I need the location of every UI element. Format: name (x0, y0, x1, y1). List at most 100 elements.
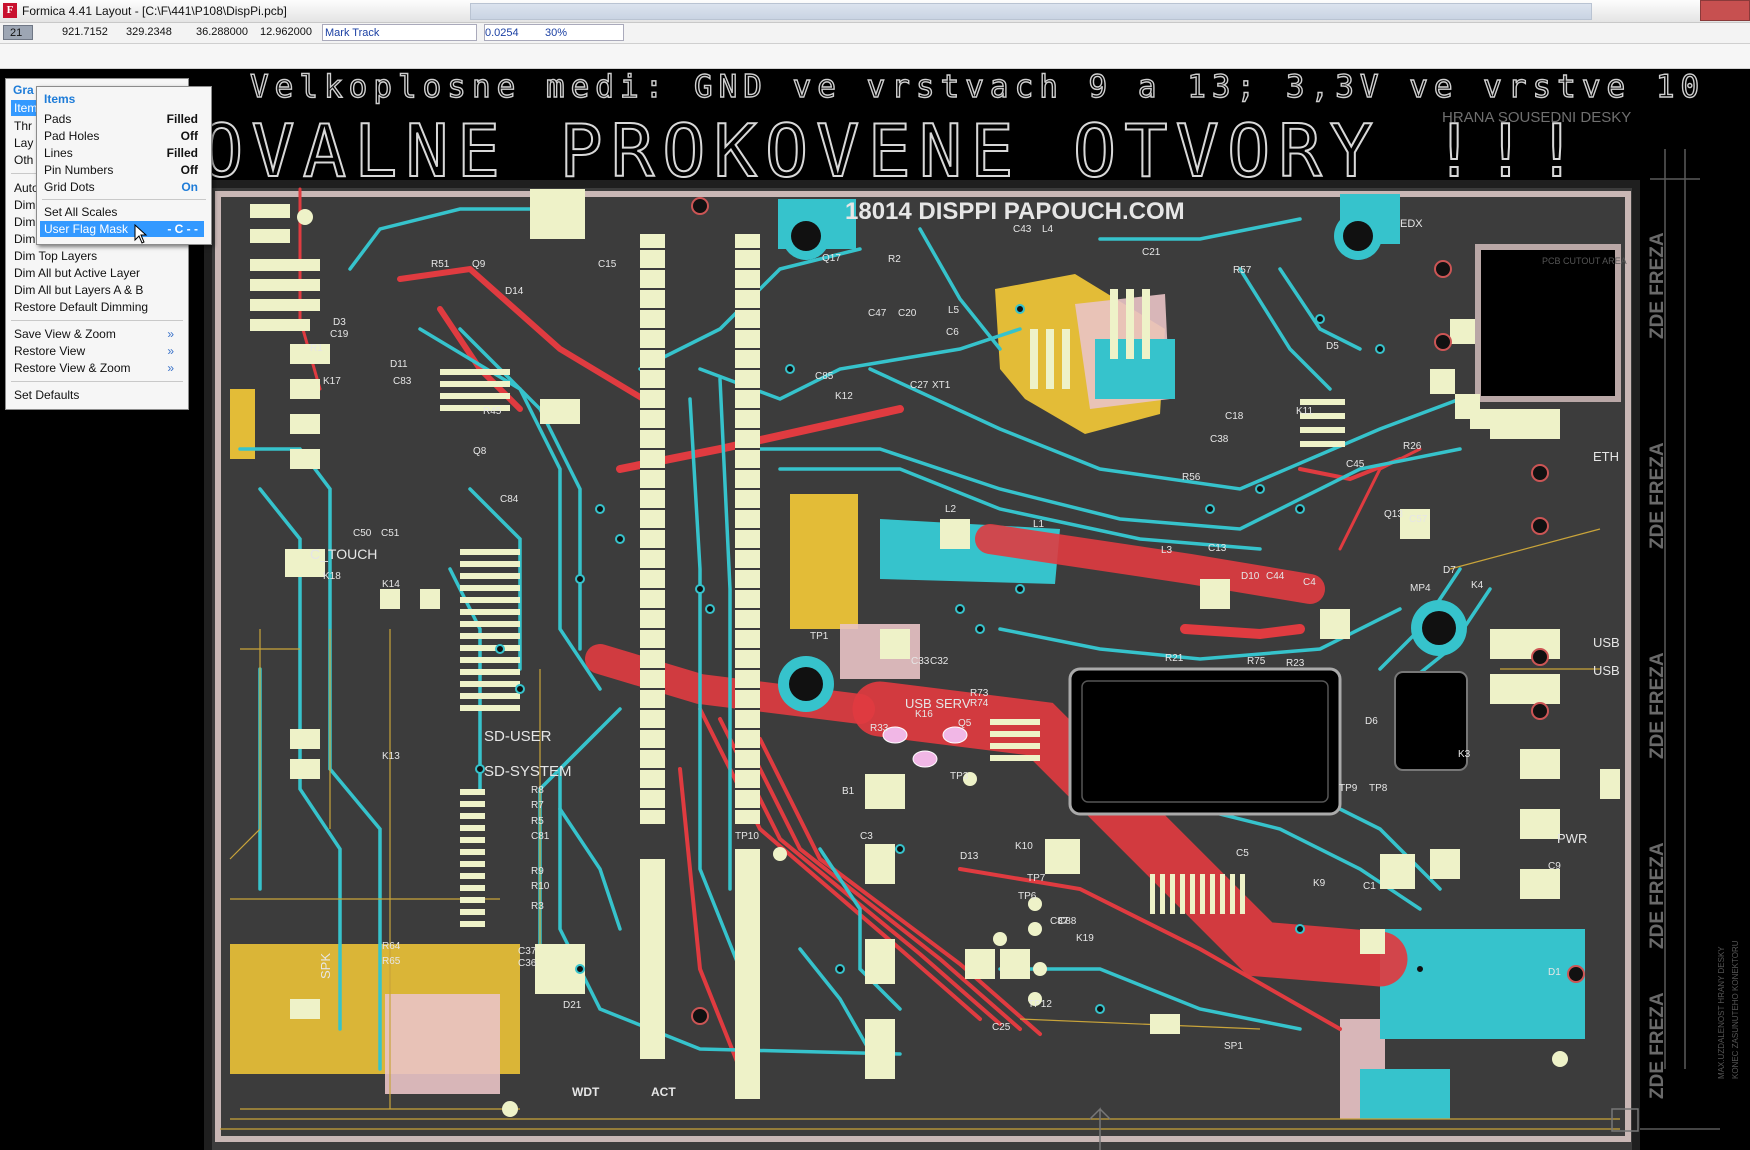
grid-value: 0.0254 (485, 27, 519, 39)
svg-text:TP1: TP1 (810, 631, 829, 642)
menu-item-restore-dimming[interactable]: Restore Default Dimming (14, 299, 148, 315)
svg-text:C18: C18 (1225, 411, 1244, 422)
submenu-item-set-all-scales[interactable]: Set All Scales (44, 204, 204, 220)
submenu-arrow-icon: » (167, 344, 174, 358)
coord-x: 921.7152 (62, 26, 108, 38)
svg-text:K13: K13 (382, 751, 400, 762)
svg-text:R74: R74 (970, 698, 989, 709)
svg-text:KONEC ZASUNUTEHO KONEKTORU: KONEC ZASUNUTEHO KONEKTORU (1731, 940, 1740, 1079)
document-tabs[interactable] (470, 3, 1592, 20)
toolbar (0, 44, 1750, 69)
label-usb2: USB (1593, 663, 1620, 678)
svg-text:XT1: XT1 (932, 380, 951, 391)
svg-text:R9: R9 (531, 866, 544, 877)
svg-text:L4: L4 (1042, 224, 1054, 235)
svg-text:R8: R8 (531, 785, 544, 796)
svg-text:C3: C3 (860, 831, 873, 842)
svg-text:R26: R26 (1403, 441, 1422, 452)
svg-text:C6: C6 (946, 327, 959, 338)
svg-text:R10: R10 (531, 881, 550, 892)
status-bar: 21 921.7152 329.2348 36.288000 12.962000… (0, 23, 1750, 44)
svg-text:K19: K19 (1076, 933, 1094, 944)
menu-item-auto[interactable]: Auto (14, 180, 39, 196)
svg-text:TP9: TP9 (1339, 783, 1358, 794)
submenu-item-pin-numbers[interactable]: Pin Numbers Off (44, 162, 204, 178)
menu-item-dim-3[interactable]: Dim (14, 231, 35, 247)
submenu-item-pads[interactable]: Pads Filled (44, 111, 204, 127)
svg-text:D11: D11 (390, 359, 408, 370)
size-w: 36.288000 (196, 26, 248, 38)
menu-item-thr[interactable]: Thr (14, 118, 32, 134)
svg-text:D5: D5 (1326, 341, 1339, 352)
app-icon[interactable]: F (3, 3, 17, 18)
mode-field[interactable]: Mark Track (322, 24, 477, 41)
items-submenu: Items Pads Filled Pad Holes Off Lines Fille… (36, 86, 212, 245)
menu-item-oth[interactable]: Oth (14, 152, 33, 168)
svg-text:C25: C25 (992, 1022, 1011, 1033)
svg-text:K4: K4 (1471, 580, 1484, 591)
svg-text:C47: C47 (868, 308, 887, 319)
svg-text:TP10: TP10 (735, 831, 759, 842)
svg-text:K10: K10 (1015, 841, 1033, 852)
submenu-item-user-flag-mask[interactable]: User Flag Mask - C - - (40, 221, 204, 237)
menu-item-dim-2[interactable]: Dim (14, 214, 35, 230)
svg-text:R75: R75 (1247, 656, 1266, 667)
side-vertical-notes: MAX.UZDALENOST HRANY DESKY KONEC ZASUNUT… (1717, 940, 1740, 1079)
svg-text:K14: K14 (382, 579, 400, 590)
svg-text:K11: K11 (1296, 406, 1313, 417)
menu-item-save-view[interactable]: Save View & Zoom» (14, 326, 182, 342)
oval-cutout-inner (1081, 680, 1329, 803)
menu-item-dim-1[interactable]: Dim (14, 197, 35, 213)
svg-text:C43: C43 (1013, 224, 1032, 235)
svg-text:C44: C44 (1266, 571, 1285, 582)
window-title: Formica 4.41 Layout - [C:\F\441\P108\Dis… (22, 4, 287, 18)
small-cutout (1394, 671, 1468, 771)
label-usb1: USB (1593, 635, 1620, 650)
svg-text:L3: L3 (1161, 545, 1173, 556)
menu-item-restore-view[interactable]: Restore View» (14, 343, 182, 359)
label-act: ACT (651, 1085, 676, 1099)
svg-text:TP6: TP6 (1018, 891, 1037, 902)
menu-item-restore-view-zoom[interactable]: Restore View & Zoom» (14, 360, 182, 376)
close-icon[interactable] (1700, 0, 1750, 21)
submenu-item-grid-dots[interactable]: Grid Dots On (44, 179, 204, 195)
side-note: HRANA SOUSEDNI DESKY (1442, 109, 1631, 126)
svg-text:C84: C84 (500, 494, 519, 505)
label-mp4: MP4 (1410, 583, 1431, 594)
svg-text:D14: D14 (505, 286, 524, 297)
svg-text:D3: D3 (333, 317, 346, 328)
svg-text:ZDE FREZA: ZDE FREZA (1647, 842, 1668, 949)
menu-item-dim-ab[interactable]: Dim All but Layers A & B (14, 282, 143, 298)
label-sd-system: SD-SYSTEM (484, 763, 572, 780)
svg-text:C85: C85 (815, 371, 834, 382)
svg-text:C38: C38 (1210, 434, 1229, 445)
menu-item-set-defaults[interactable]: Set Defaults (14, 387, 79, 403)
svg-text:R65: R65 (382, 956, 401, 967)
svg-text:C4: C4 (1303, 577, 1316, 588)
submenu-arrow-icon: » (167, 327, 174, 341)
svg-text:C36: C36 (518, 958, 537, 969)
menu-item-dim-top[interactable]: Dim Top Layers (14, 248, 97, 264)
menu-item-dim-active[interactable]: Dim All but Active Layer (14, 265, 140, 281)
submenu-item-pad-holes[interactable]: Pad Holes Off (44, 128, 204, 144)
svg-text:D1: D1 (1548, 967, 1561, 978)
svg-text:D13: D13 (960, 851, 979, 862)
svg-text:C27: C27 (910, 380, 929, 391)
pcb-canvas[interactable]: Velkoplosne medi: GND ve vrstvach 9 a 13… (0, 69, 1750, 1150)
svg-text:D21: D21 (563, 1000, 582, 1011)
svg-text:K3: K3 (1458, 749, 1471, 760)
svg-text:R3: R3 (531, 901, 544, 912)
svg-text:Q17: Q17 (822, 253, 841, 264)
board-note-line1: Velkoplosne medi: GND ve vrstvach 9 a 13… (250, 69, 1705, 105)
submenu-item-lines[interactable]: Lines Filled (44, 145, 204, 161)
grid-field[interactable]: 0.0254 30% (484, 24, 624, 41)
svg-text:C37: C37 (518, 946, 537, 957)
svg-text:C9: C9 (1548, 861, 1561, 872)
svg-text:ZDE FREZA: ZDE FREZA (1647, 652, 1668, 759)
svg-text:C83: C83 (393, 376, 412, 387)
label-sd-user: SD-USER (484, 728, 552, 745)
svg-text:C50: C50 (353, 528, 372, 539)
active-layer[interactable]: 21 (3, 25, 33, 40)
label-eth: ETH (1593, 449, 1619, 464)
menu-item-lay[interactable]: Lay (14, 135, 33, 151)
